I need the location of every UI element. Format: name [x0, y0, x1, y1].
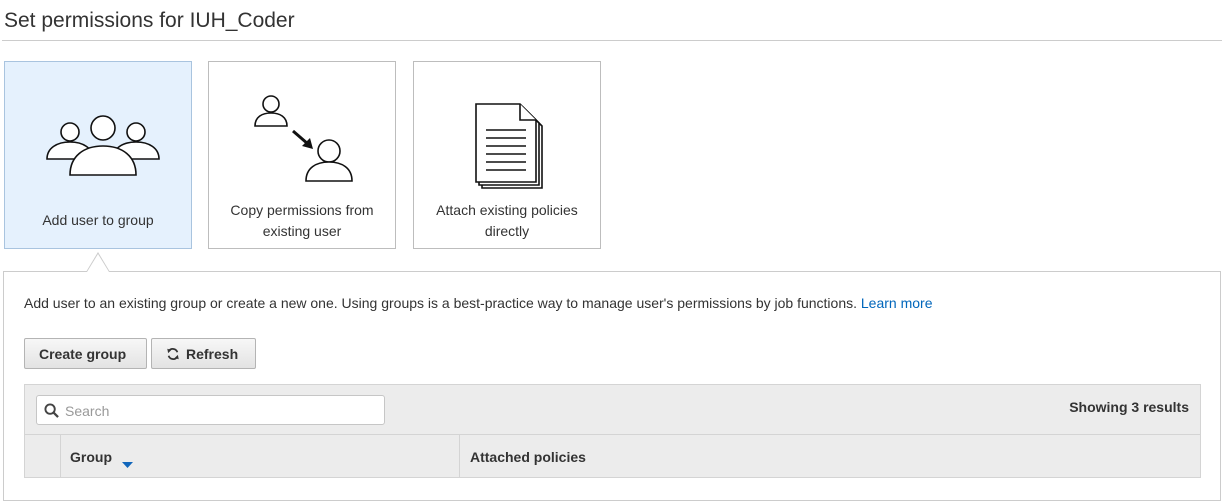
learn-more-link[interactable]: Learn more — [861, 295, 933, 311]
search-box[interactable] — [36, 395, 385, 425]
option-label: Copy permissions from existing user — [230, 202, 374, 239]
option-label: Attach existing policies directly — [436, 202, 578, 239]
refresh-icon — [166, 347, 180, 361]
search-input[interactable] — [63, 400, 377, 422]
description-text: Add user to an existing group or create … — [24, 295, 857, 311]
create-group-label: Create group — [39, 345, 127, 362]
documents-icon — [414, 102, 600, 195]
refresh-label: Refresh — [186, 345, 239, 362]
option-label: Add user to group — [42, 212, 154, 228]
panel-description: Add user to an existing group or create … — [24, 295, 932, 311]
search-icon — [44, 403, 59, 423]
results-count: Showing 3 results — [1069, 399, 1189, 415]
create-group-button[interactable]: Create group — [24, 338, 147, 369]
page-title: Set permissions for IUH_Coder — [4, 9, 295, 32]
users-group-icon — [5, 112, 191, 187]
column-label: Group — [70, 449, 112, 465]
column-header-group[interactable]: Group — [60, 435, 460, 477]
table-toolbar: Showing 3 results — [24, 384, 1201, 435]
title-divider — [2, 40, 1222, 41]
sort-descending-icon — [122, 455, 133, 473]
table-header: Group Attached policies — [24, 435, 1201, 478]
select-column-header — [25, 435, 61, 477]
option-add-user-to-group[interactable]: Add user to group — [4, 61, 192, 249]
copy-user-icon — [209, 92, 395, 192]
option-attach-policies[interactable]: Attach existing policies directly — [413, 61, 601, 249]
option-copy-permissions[interactable]: Copy permissions from existing user — [208, 61, 396, 249]
column-label: Attached policies — [470, 449, 586, 465]
refresh-button[interactable]: Refresh — [151, 338, 256, 369]
